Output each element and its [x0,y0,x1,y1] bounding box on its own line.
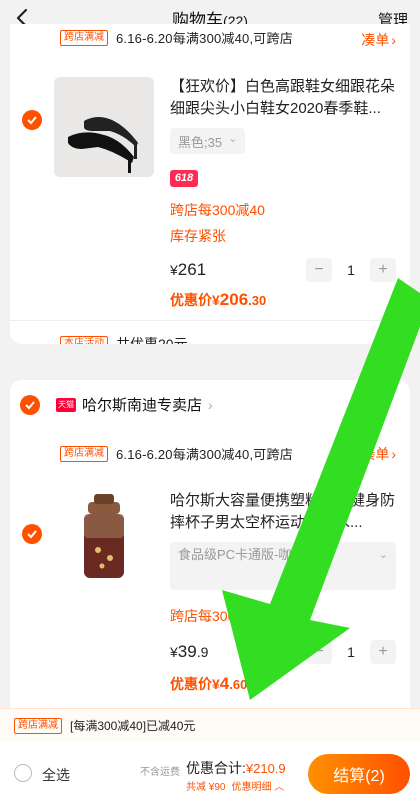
shop-card-2: 天猫 哈尔斯南迪专卖店 › 跨店满减 6.16-6.20每满300减40,可跨店… [10,380,410,710]
promo-tag: 跨店满减 [60,445,108,462]
item-price: ¥261 [170,260,206,280]
savings-amount: 共减 ¥90 [186,782,226,793]
shop-discount-text: 共优惠20元 [116,336,188,344]
discount-detail-link[interactable]: 优惠明细 ︿ [231,778,284,793]
price-decimal: .9 [196,644,209,660]
divider [10,320,410,321]
quantity-stepper: − 1 + [306,640,396,664]
deal-price: 优惠价¥206.30 [170,290,266,310]
coudan-label: 凑单 [361,446,390,462]
product-image-bottle[interactable] [54,484,154,584]
cross-store-promo-row: 跨店满减 6.16-6.20每满300减40,可跨店 [60,28,293,47]
coudan-label: 凑单 [361,32,390,48]
shop-activity-tag: 本店活动 [60,336,108,344]
checkout-bar: 全选 不含运费 优惠合计:¥210.9 共减 ¥90 优惠明细 ︿ 结算(2) [0,742,420,800]
shop-checkbox[interactable] [20,394,40,415]
item-price: ¥39.9 [170,642,208,662]
quantity-stepper: − 1 + [306,258,396,282]
deal-int: 4 [219,674,230,693]
chevron-down-icon: ⌄ [228,133,238,145]
select-all-label[interactable]: 全选 [42,765,70,785]
product-title[interactable]: 哈尔斯大容量便携塑料杯子健身防摔杯子男太空杯运动户外水... [170,490,402,534]
product-title[interactable]: 【狂欢价】白色高跟鞋女细跟花朵细跟尖头小白鞋女2020春季鞋... [170,76,402,120]
shop-discount-row: 本店活动 共优惠20元 [60,334,188,344]
item-promo: 跨店每300减40 [170,202,265,218]
no-shipping-note: 不含运费 [140,767,180,778]
savings-row[interactable]: 共减 ¥90 优惠明细 ︿ [186,778,284,793]
checkmark-icon [27,116,37,125]
promo-text: 6.16-6.20每满300减40,可跨店 [116,447,293,462]
sku-text: 食品级PC卡通版-咖啡色 [178,547,318,562]
chevron-right-icon: › [208,396,213,413]
notice-text: [每满300减40]已减40元 [70,719,196,733]
currency-symbol: ¥ [170,262,178,278]
sku-text: 黑色;35 [178,135,223,150]
deal-dec: .60 [229,677,248,692]
total-amount: ¥210.9 [245,761,286,776]
deal-label: 优惠价 [170,676,212,692]
checkout-button[interactable]: 结算(2) [308,754,410,794]
total-label: 优惠合计: [186,760,246,776]
item-checkbox[interactable] [22,524,42,544]
currency-symbol: ¥ [170,644,178,660]
coudan-link[interactable]: 凑单 › [361,30,396,50]
shop-header[interactable]: 天猫 哈尔斯南迪专卖店 › [20,394,213,415]
select-all-radio[interactable] [14,764,32,782]
checkmark-icon [27,530,37,539]
quantity-value[interactable]: 1 [332,644,370,660]
deal-int: 206 [219,290,249,309]
total-price: 优惠合计:¥210.9 [186,758,286,778]
item-promo: 跨店每300减40 [170,608,265,624]
decrease-button[interactable]: − [306,640,332,664]
618-badge: 618 [170,170,198,187]
chevron-right-icon: › [391,446,396,462]
deal-price: 优惠价¥4.60 [170,674,247,694]
sku-selector[interactable]: 黑色;35 ⌄ [170,128,246,154]
decrease-button[interactable]: − [306,258,332,282]
stock-warning: 库存紧张 [170,228,226,244]
cross-store-promo-row: 跨店满减 6.16-6.20每满300减40,可跨店 [60,444,293,463]
chevron-down-icon: ⌄ [378,549,388,561]
product-image-heels[interactable] [54,77,154,177]
promo-text: 6.16-6.20每满300减40,可跨店 [116,31,293,46]
item-checkbox[interactable] [22,110,42,130]
quantity-value[interactable]: 1 [332,262,370,278]
checkmark-icon [25,400,35,409]
increase-button[interactable]: + [370,640,396,664]
discount-notice-bar: 跨店满减 [每满300减40]已减40元 [0,708,420,742]
deal-label: 优惠价 [170,292,212,308]
coudan-link[interactable]: 凑单 › [361,444,396,464]
deal-currency: ¥ [212,676,220,692]
price-value: 39 [177,642,197,661]
promo-tag: 跨店满减 [60,29,108,46]
shop-card-1: 跨店满减 6.16-6.20每满300减40,可跨店 凑单 › 【狂欢价】白色高跟… [10,24,410,344]
tmall-icon: 天猫 [56,397,76,412]
sku-selector[interactable]: 食品级PC卡通版-咖啡色 ⌄ [170,542,396,590]
deal-dec: .30 [248,293,267,308]
price-value: 261 [177,260,207,279]
deal-currency: ¥ [212,292,220,308]
chevron-right-icon: › [391,32,396,48]
shop-name[interactable]: 哈尔斯南迪专卖店 [82,394,202,415]
increase-button[interactable]: + [370,258,396,282]
notice-tag: 跨店满减 [14,717,62,734]
